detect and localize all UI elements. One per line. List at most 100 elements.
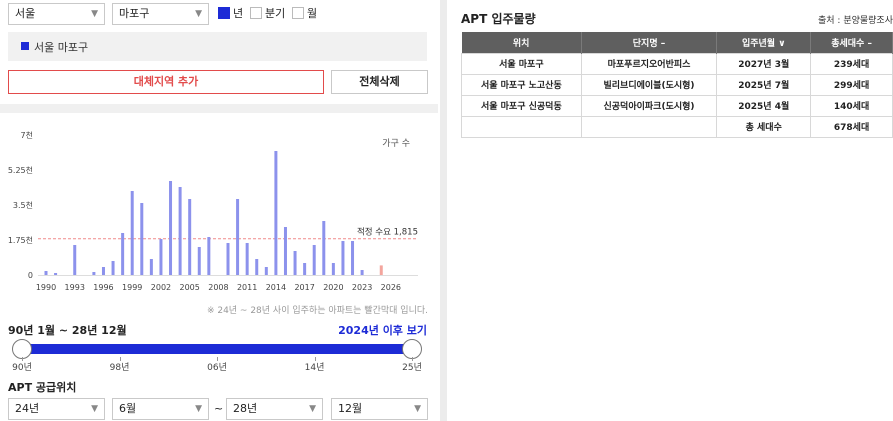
chevron-down-icon: ▼ [309, 404, 316, 414]
bar [331, 263, 335, 275]
move-in-title: APT 입주물량 [461, 12, 536, 26]
bar [264, 267, 268, 275]
bar [54, 273, 58, 275]
slider-end-handle[interactable] [402, 339, 422, 359]
chevron-down-icon: ▼ [91, 9, 98, 19]
bar [283, 227, 287, 275]
date-range-slider[interactable] [22, 344, 412, 354]
chart-note: ※ 24년 ~ 28년 사이 입주하는 아파트는 빨간막대 입니다. [206, 306, 428, 316]
bar [360, 270, 364, 275]
bar [351, 241, 355, 275]
period-month-label: 월 [307, 7, 318, 20]
cell-total-units: 140세대 [810, 94, 893, 117]
chart-legend: 가구 수 [382, 138, 410, 149]
range-separator: ~ [214, 402, 224, 415]
from-year-value: 24년 [15, 402, 40, 415]
chevron-down-icon: ▼ [91, 404, 98, 414]
bar [293, 251, 297, 275]
move-in-panel: APT 입주물량 출처 : 분양물량조사 위치 단지명 – 입주년월 ∨ 총세대… [447, 0, 893, 421]
x-tick-label: 2005 [180, 283, 200, 292]
cell-location: 서울 마포구 [461, 52, 582, 75]
cell-move-in-date: 2025년 4월 [716, 94, 812, 117]
total-label: 총 세대수 [716, 115, 812, 138]
from-year-select[interactable]: 24년 ▼ [8, 398, 105, 420]
table-row: 서울 마포구 노고산동 빌리브디에이블(도시형) 2025년 7월 299세대 [461, 73, 893, 96]
bar [312, 245, 316, 275]
column-move-in-date[interactable]: 입주년월 ∨ [716, 32, 812, 53]
column-complex-name[interactable]: 단지명 – [581, 32, 718, 53]
date-range-label: 90년 1월 ~ 28년 12월 [8, 324, 127, 337]
slider-tick-label: 90년 [12, 363, 32, 373]
cell-empty [580, 115, 718, 138]
bar [207, 237, 211, 275]
district-select[interactable]: 마포구 ▼ [112, 3, 209, 25]
x-tick-label: 2017 [294, 283, 314, 292]
after-2024-link[interactable]: 2024년 이후 보기 [338, 322, 427, 338]
slider-tick-label: 06년 [207, 363, 227, 373]
bar [379, 265, 383, 275]
cell-empty [461, 115, 582, 138]
bar [111, 261, 115, 275]
bar [245, 243, 249, 275]
cell-total-units: 299세대 [810, 73, 893, 96]
y-tick-label: 3.5천 [13, 200, 33, 210]
bar [226, 243, 230, 275]
cell-total-units: 239세대 [810, 52, 893, 75]
cell-location: 서울 마포구 신공덕동 [461, 94, 582, 117]
table-row: 서울 마포구 마포푸르지오어반피스 2027년 3월 239세대 [461, 52, 893, 75]
bar [140, 203, 144, 275]
bar [255, 259, 259, 275]
cell-complex-name: 마포푸르지오어반피스 [580, 52, 718, 75]
period-quarter-label: 분기 [265, 7, 286, 20]
selected-region-label: 서울 마포구 [34, 41, 89, 54]
move-in-table: 위치 단지명 – 입주년월 ∨ 총세대수 – 서울 마포구 마포푸르지오어반피스… [461, 32, 893, 138]
bar [44, 271, 48, 275]
cell-move-in-date: 2027년 3월 [716, 52, 812, 75]
bar [197, 247, 201, 275]
period-month-checkbox[interactable] [292, 7, 304, 19]
supply-location-title: APT 공급위치 [8, 381, 77, 394]
slider-tick-label: 25년 [402, 363, 422, 373]
to-month-value: 12월 [338, 402, 363, 415]
from-month-select[interactable]: 6월 ▼ [112, 398, 209, 420]
period-year-label: 년 [233, 7, 244, 20]
from-month-value: 6월 [119, 402, 137, 415]
city-select-value: 서울 [15, 7, 36, 20]
slider-tick-label: 98년 [109, 363, 130, 373]
x-tick-label: 1990 [36, 283, 56, 292]
bar [274, 151, 278, 275]
slider-start-handle[interactable] [12, 339, 32, 359]
bar [101, 267, 105, 275]
x-tick-label: 2008 [208, 283, 228, 292]
x-tick-label: 2011 [237, 283, 257, 292]
period-year-checkbox[interactable] [218, 7, 230, 19]
bar [73, 245, 77, 275]
reference-label: 적정 수요 1,815 [357, 227, 418, 238]
bar [130, 191, 134, 275]
cell-location: 서울 마포구 노고산동 [461, 73, 582, 96]
period-quarter-checkbox[interactable] [250, 7, 262, 19]
bar [159, 239, 163, 275]
column-total-units[interactable]: 총세대수 – [810, 32, 893, 53]
cell-complex-name: 신공덕아이파크(도시형) [580, 94, 718, 117]
x-tick-label: 2002 [151, 283, 171, 292]
to-year-select[interactable]: 28년 ▼ [226, 398, 323, 420]
total-row: 총 세대수 678세대 [461, 115, 893, 138]
slider-tick-label: 14년 [304, 363, 325, 373]
section-separator [0, 104, 438, 113]
y-tick-label: 0 [28, 271, 33, 280]
bar [322, 221, 326, 275]
bar [149, 259, 153, 275]
add-region-button[interactable]: 대체지역 추가 [8, 70, 324, 94]
city-select[interactable]: 서울 ▼ [8, 3, 105, 25]
chevron-down-icon: ▼ [195, 9, 202, 19]
clear-all-button[interactable]: 전체삭제 [331, 70, 428, 94]
bar [303, 263, 307, 275]
column-location[interactable]: 위치 [461, 32, 582, 53]
x-tick-label: 2026 [381, 283, 401, 292]
cell-complex-name: 빌리브디에이블(도시형) [580, 73, 718, 96]
total-value: 678세대 [810, 115, 893, 138]
to-month-select[interactable]: 12월 ▼ [331, 398, 428, 420]
x-tick-label: 2020 [323, 283, 343, 292]
chevron-down-icon: ▼ [414, 404, 421, 414]
